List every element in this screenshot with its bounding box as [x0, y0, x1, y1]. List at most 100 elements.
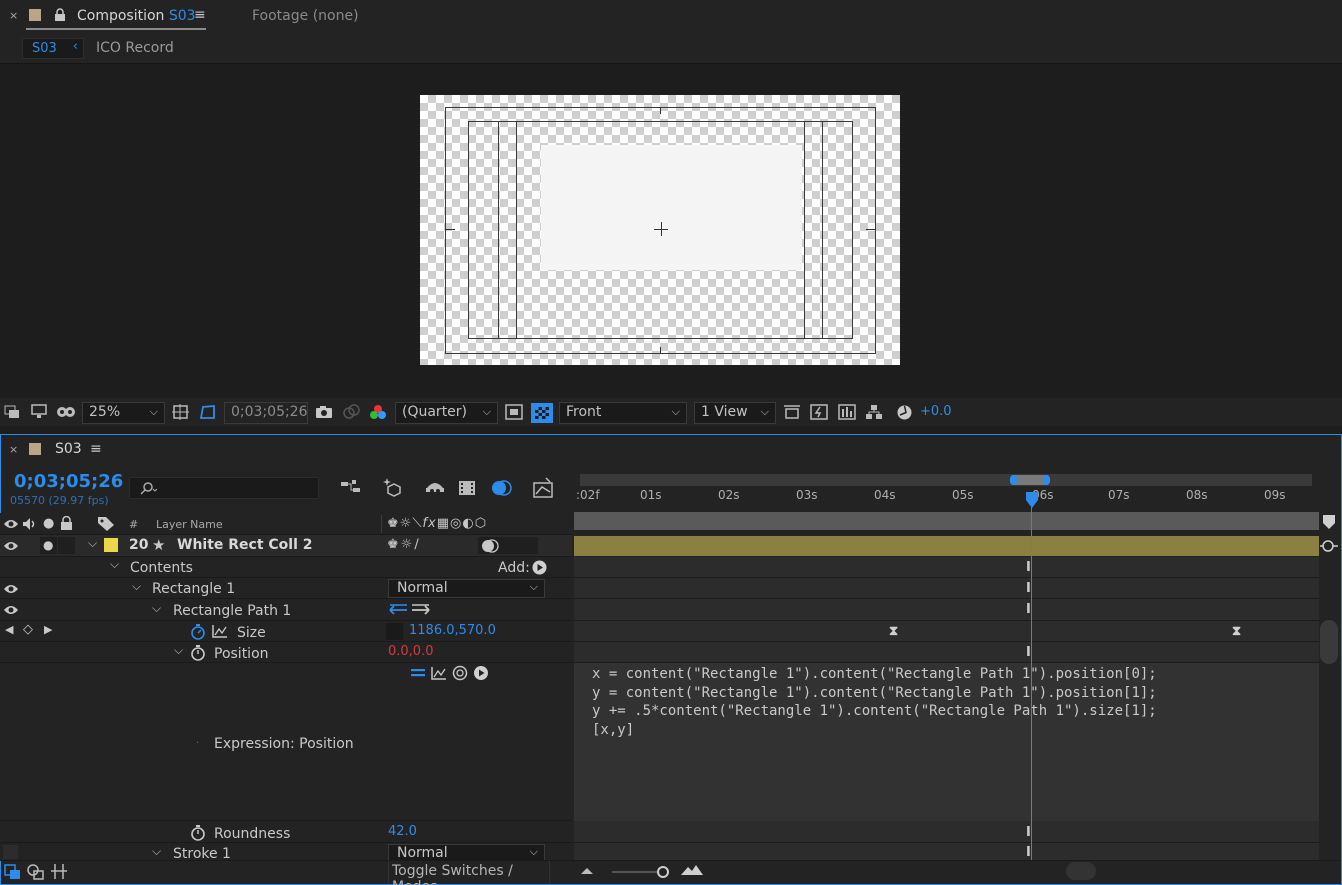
expression-editor[interactable]: x = content("Rectangle 1").content("Rect…: [574, 663, 1319, 821]
toggle-mask-path-icon[interactable]: [199, 404, 217, 420]
timeline-tab-title[interactable]: S03: [55, 441, 82, 457]
constrain-proportions-toggle[interactable]: [386, 623, 403, 640]
exposure-value[interactable]: +0.0: [920, 404, 952, 419]
time-ruler[interactable]: :02f 01s 02s 03s 04s 05s 06s 07s 08s 09s: [574, 486, 1318, 510]
resolution-dropdown[interactable]: (Quarter) ⌵: [395, 402, 498, 424]
breadcrumb-next-comp[interactable]: ICO Record: [96, 40, 174, 56]
modes-pane-icon[interactable]: [27, 864, 45, 880]
work-area-start-handle[interactable]: [1010, 475, 1017, 485]
expression-language-menu-icon[interactable]: [473, 665, 489, 681]
footage-tab[interactable]: Footage (none): [252, 8, 359, 24]
lock-icon[interactable]: [54, 8, 66, 22]
toggle-pixel-aspect-icon[interactable]: [783, 404, 801, 420]
transparency-grid-button[interactable]: [531, 403, 553, 423]
motion-blur-switch-icon[interactable]: ◎: [450, 516, 462, 531]
layer-switches-pane-icon[interactable]: [4, 864, 22, 880]
roundness-value[interactable]: 42.0: [388, 824, 417, 839]
size-value[interactable]: 1186.0,570.0: [409, 623, 496, 638]
size-keyframe[interactable]: ⧗: [889, 624, 898, 639]
stopwatch-active-icon[interactable]: [190, 623, 206, 640]
audio-icon[interactable]: [22, 517, 38, 531]
expression-toggle-icon[interactable]: [410, 666, 426, 680]
mask-visibility-icon[interactable]: [56, 405, 76, 419]
composition-flowchart-icon[interactable]: [340, 479, 362, 497]
layer-visibility-eye-icon[interactable]: [3, 540, 19, 552]
chevron-down-icon[interactable]: ⌵: [88, 536, 97, 551]
current-time-box[interactable]: 0;03;05;26: [224, 402, 308, 424]
previous-keyframe-icon[interactable]: ◀: [5, 623, 13, 636]
add-shape-menu-icon[interactable]: [532, 560, 547, 575]
in-out-pane-icon[interactable]: [50, 863, 68, 880]
close-timeline-tab-icon[interactable]: ×: [9, 443, 18, 456]
collapse-switch-icon[interactable]: ☼: [401, 537, 415, 552]
layer-duration-bar[interactable]: [574, 536, 1319, 556]
timeline-zoom-slider-thumb[interactable]: [657, 866, 669, 878]
work-area-end-handle[interactable]: [1043, 475, 1050, 485]
group-visibility-eye-icon[interactable]: [3, 583, 19, 595]
shy-switch-icon[interactable]: ♚: [387, 516, 400, 531]
column-header-layer-name[interactable]: Layer Name: [156, 518, 223, 531]
timeline-current-time[interactable]: 0;03;05;26: [14, 471, 123, 492]
work-area-bar[interactable]: [580, 474, 1312, 486]
timeline-search-input[interactable]: [129, 477, 319, 499]
playhead-line[interactable]: [1031, 507, 1032, 861]
stroke-1-blend-mode-dropdown[interactable]: Normal ⌵: [388, 844, 545, 861]
frame-blend-switch-icon[interactable]: ▦: [437, 516, 450, 531]
path-visibility-eye-icon[interactable]: [3, 604, 19, 616]
quality-switch-icon[interactable]: ⟍: [412, 516, 422, 531]
camera-snapshot-icon[interactable]: [315, 405, 333, 419]
view-dropdown[interactable]: Front ⌵: [559, 402, 687, 424]
motion-blur-switch-icon[interactable]: [481, 538, 499, 554]
timeline-icon[interactable]: [838, 404, 856, 420]
draft-3d-icon[interactable]: [382, 476, 404, 498]
layer-out-point-icon[interactable]: [1319, 538, 1339, 554]
toggle-switches-modes-button[interactable]: Toggle Switches / Modes: [388, 861, 550, 885]
layer-label-color[interactable]: [104, 538, 118, 552]
playhead-handle[interactable]: [1025, 491, 1039, 509]
reset-exposure-icon[interactable]: [896, 404, 913, 421]
graph-icon[interactable]: [212, 624, 228, 638]
timeline-vertical-scrollbar[interactable]: [1320, 620, 1338, 664]
region-of-interest-icon[interactable]: [505, 404, 523, 420]
show-snapshot-icon[interactable]: [342, 404, 360, 420]
chevron-down-icon[interactable]: ⌵: [132, 579, 141, 594]
position-value[interactable]: 0.0,0.0: [388, 644, 433, 659]
timeline-horizontal-scrollbar[interactable]: [1066, 862, 1096, 880]
stopwatch-icon[interactable]: [190, 824, 206, 841]
expression-pick-whip-icon[interactable]: [452, 665, 468, 681]
quality-switch-icon[interactable]: ∕: [414, 537, 420, 552]
path-direction-icons[interactable]: [389, 603, 431, 617]
adjustment-switch-icon[interactable]: ◐: [462, 516, 474, 531]
property-row-position[interactable]: [0, 642, 572, 663]
breadcrumb-active-comp[interactable]: S03 ‹: [22, 38, 84, 59]
chevron-down-icon[interactable]: ⌵: [152, 601, 161, 616]
zoom-in-mountain-icon[interactable]: [680, 864, 704, 876]
size-keyframe[interactable]: ⧗: [1232, 624, 1241, 639]
3d-layer-switch-icon[interactable]: ⬡: [475, 516, 487, 531]
label-tag-icon[interactable]: [97, 516, 115, 531]
solo-icon[interactable]: ●: [43, 516, 54, 531]
chevron-down-icon[interactable]: ⌵: [110, 557, 119, 572]
grid-guides-icon[interactable]: [172, 404, 189, 420]
layer-name[interactable]: White Rect Coll 2: [177, 537, 313, 553]
frame-blending-icon[interactable]: [457, 479, 477, 497]
comp-viewer-canvas[interactable]: [420, 95, 900, 365]
motion-blur-icon[interactable]: [490, 478, 512, 498]
zoom-dropdown[interactable]: 25% ⌵: [82, 402, 165, 424]
chevron-down-icon[interactable]: ⌵: [152, 844, 161, 859]
timeline-panel-menu-icon[interactable]: ≡: [90, 441, 102, 457]
effect-switch-icon[interactable]: fx: [422, 516, 436, 531]
eye-icon[interactable]: [3, 518, 19, 530]
collapse-switch-icon[interactable]: ☼: [400, 516, 413, 531]
fast-previews-icon[interactable]: [810, 404, 828, 420]
always-preview-icon[interactable]: [4, 405, 20, 419]
chevron-down-icon[interactable]: ⌵: [174, 643, 183, 658]
channel-rgb-icon[interactable]: [369, 404, 387, 420]
flowchart-icon[interactable]: [865, 404, 883, 420]
lock-icon[interactable]: [60, 516, 74, 531]
zoom-out-mountain-icon[interactable]: [580, 866, 594, 876]
monitor-icon[interactable]: [31, 404, 47, 419]
comp-panel-menu-icon[interactable]: ≡: [194, 7, 206, 23]
next-keyframe-icon[interactable]: ▶: [44, 623, 52, 636]
add-keyframe-icon[interactable]: ◇: [23, 622, 33, 637]
